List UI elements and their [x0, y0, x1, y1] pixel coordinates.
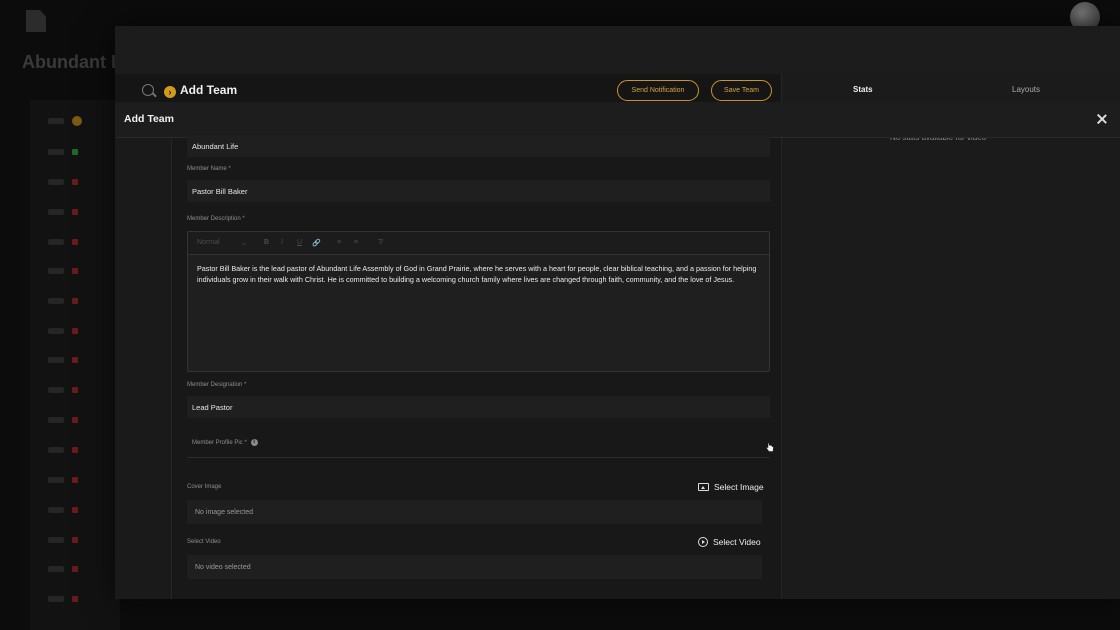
- status-dot-icon: [72, 209, 78, 215]
- member-name-field[interactable]: Pastor Bill Baker: [187, 180, 770, 202]
- italic-button[interactable]: I: [281, 239, 283, 246]
- list-item: [48, 268, 108, 278]
- list-item: [48, 477, 108, 487]
- format-select[interactable]: Normal: [197, 239, 220, 246]
- play-icon: [698, 537, 708, 547]
- status-dot-icon: [72, 357, 78, 363]
- list-item: [48, 298, 108, 308]
- member-profile-pic-label: Member Profile Pic * i: [192, 439, 258, 446]
- select-image-label: Select Image: [714, 482, 764, 492]
- status-dot-icon: [72, 387, 78, 393]
- add-team-form: Abundant Life Member Name * Pastor Bill …: [171, 135, 781, 599]
- select-image-button[interactable]: Select Image: [698, 482, 764, 492]
- link-icon[interactable]: 🔗: [312, 239, 321, 247]
- list-item: [48, 447, 108, 457]
- background-page-title: Abundant Li: [22, 52, 127, 72]
- list-item: [48, 566, 108, 576]
- underline-button[interactable]: U: [297, 239, 302, 246]
- member-description-label: Member Description *: [187, 216, 245, 222]
- video-preview: No video selected: [187, 555, 762, 579]
- chevron-right-icon[interactable]: ›: [164, 86, 176, 98]
- stats-panel: Stats Layouts No stats available for vid…: [781, 74, 1120, 599]
- status-dot-icon: [72, 507, 78, 513]
- list-item: [48, 507, 108, 517]
- add-team-modal: › Add Team Send Notification Save Team S…: [115, 26, 1120, 599]
- list-item: [48, 116, 108, 128]
- member-description-editor[interactable]: Pastor Bill Baker is the lead pastor of …: [187, 255, 770, 372]
- cover-image-label: Cover Image: [187, 484, 222, 490]
- status-dot-icon: [72, 537, 78, 543]
- dialog-title: Add Team: [124, 113, 174, 125]
- chevron-down-icon[interactable]: ⌄: [241, 239, 247, 247]
- status-dot-icon: [72, 447, 78, 453]
- status-dot-icon: [72, 596, 78, 602]
- member-designation-field[interactable]: Lead Pastor: [187, 396, 770, 418]
- search-icon[interactable]: [142, 84, 154, 96]
- list-item: [48, 596, 108, 606]
- cover-image-preview: No image selected: [187, 500, 762, 524]
- status-dot-icon: [72, 417, 78, 423]
- member-profile-pic-field[interactable]: Member Profile Pic * i: [187, 434, 774, 458]
- close-icon[interactable]: [1096, 113, 1108, 125]
- modal-top-bar: [115, 26, 1120, 74]
- status-dot-icon: [72, 566, 78, 572]
- info-icon[interactable]: i: [250, 439, 258, 446]
- page-title: Add Team: [180, 83, 238, 97]
- status-dot-icon: [72, 268, 78, 274]
- list-item: [48, 328, 108, 338]
- tab-layouts[interactable]: Layouts: [1012, 85, 1040, 94]
- save-team-button[interactable]: Save Team: [711, 80, 772, 101]
- hand-cursor-icon: [766, 442, 774, 452]
- avatar-dot-icon: [72, 116, 82, 126]
- status-dot-icon: [72, 239, 78, 245]
- list-item: [48, 417, 108, 427]
- status-dot-icon: [72, 149, 78, 155]
- list-item: [48, 387, 108, 397]
- tab-stats[interactable]: Stats: [853, 85, 873, 94]
- list-item: [48, 239, 108, 249]
- status-dot-icon: [72, 328, 78, 334]
- editor-toolbar: Normal ⌄ B I U 🔗 ≡ ≡ T̸: [187, 231, 770, 255]
- image-icon: [698, 483, 709, 491]
- member-profile-pic-label-text: Member Profile Pic *: [192, 440, 247, 447]
- status-dot-icon: [72, 298, 78, 304]
- bullet-list-icon[interactable]: ≡: [354, 239, 358, 246]
- list-item: [48, 537, 108, 547]
- list-item: [48, 209, 108, 219]
- list-item: [48, 357, 108, 367]
- member-name-label: Member Name *: [187, 166, 231, 172]
- status-dot-icon: [72, 477, 78, 483]
- status-dot-icon: [72, 179, 78, 185]
- dialog-header: Add Team: [115, 102, 1120, 138]
- clear-format-icon[interactable]: T̸: [378, 239, 382, 246]
- select-video-button[interactable]: Select Video: [698, 537, 761, 547]
- ordered-list-icon[interactable]: ≡: [337, 239, 341, 246]
- select-video-section-label: Select Video: [187, 539, 221, 545]
- team-name-field[interactable]: Abundant Life: [187, 135, 770, 157]
- list-item: [48, 149, 108, 159]
- member-designation-label: Member Designation *: [187, 382, 247, 388]
- select-video-label: Select Video: [713, 537, 761, 547]
- app-logo-icon: [26, 10, 46, 32]
- send-notification-button[interactable]: Send Notification: [617, 80, 699, 101]
- list-item: [48, 179, 108, 189]
- bold-button[interactable]: B: [264, 239, 269, 246]
